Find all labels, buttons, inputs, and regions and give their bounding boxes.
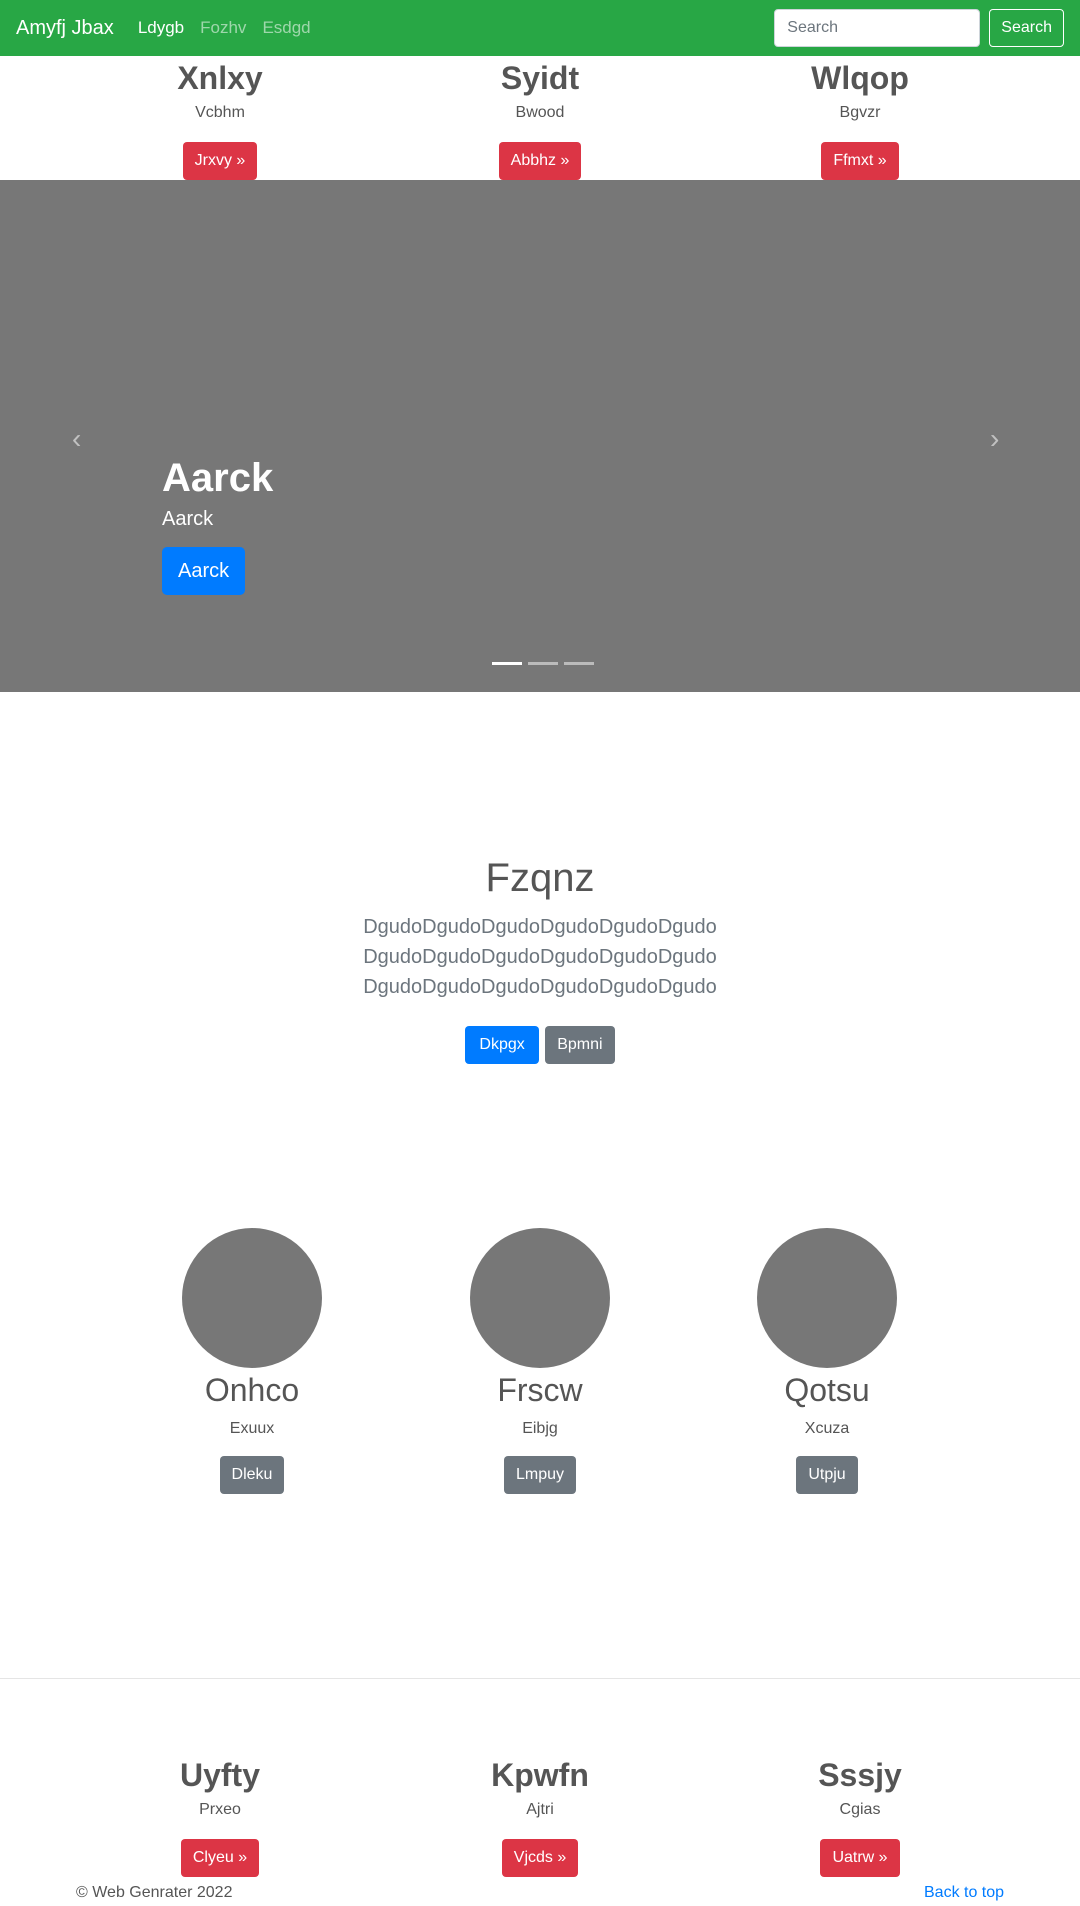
feature-subtitle: Bgvzr	[839, 104, 881, 121]
jumbotron-text: DgudoDgudoDgudoDgudoDgudoDgudo DgudoDgud…	[363, 916, 717, 998]
circle-title: Onhco	[204, 1372, 300, 1408]
circle-image	[470, 1228, 610, 1368]
circle-subtitle: Eibjg	[522, 1420, 558, 1437]
carousel-indicator-2[interactable]	[528, 662, 558, 665]
circle-button[interactable]: Utpju	[796, 1456, 858, 1494]
circle-image	[182, 1228, 322, 1368]
jumbotron: Fzqnz DgudoDgudoDgudoDgudoDgudoDgudo Dgu…	[0, 852, 1080, 1064]
feature-subtitle: Vcbhm	[195, 104, 245, 121]
jumbotron-title: Fzqnz	[485, 856, 595, 900]
carousel-text: Aarck	[162, 508, 214, 530]
jumbotron-secondary-button[interactable]: Bpmni	[545, 1026, 615, 1064]
carousel: ‹ › Aarck Aarck Aarck	[0, 180, 1080, 692]
carousel-caption: Aarck Aarck Aarck	[162, 454, 273, 595]
bottom-features: Uyfty Prxeo Clyeu » Kpwfn Ajtri Vjcds » …	[0, 1753, 1080, 1878]
carousel-indicator-1[interactable]	[492, 662, 522, 665]
circle-title: Qotsu	[784, 1372, 870, 1408]
top-features: Xnlxy Vcbhm Jrxvy » Syidt Bwood Abbhz » …	[0, 56, 1080, 181]
back-to-top-link[interactable]: Back to top	[924, 1884, 1004, 1902]
brand-link[interactable]: Amyfj Jbax	[16, 17, 114, 40]
carousel-indicators	[489, 662, 597, 665]
feature-title: Xnlxy	[177, 60, 263, 96]
feature-col: Xnlxy Vcbhm Jrxvy »	[100, 56, 340, 180]
nav-link-2[interactable]: Fozhv	[200, 18, 246, 38]
feature-col: Kpwfn Ajtri Vjcds »	[420, 1753, 660, 1877]
feature-col: Syidt Bwood Abbhz »	[420, 56, 660, 180]
circle-image	[757, 1228, 897, 1368]
feature-button[interactable]: Abbhz »	[498, 142, 582, 180]
circle-title: Frscw	[497, 1372, 583, 1408]
navbar: Amyfj Jbax Ldygb Fozhv Esdgd Search	[0, 0, 1080, 56]
circle-features: Onhco Exuux Dleku Frscw Eibjg Lmpuy Qots…	[0, 1228, 1080, 1498]
circle-subtitle: Xcuza	[804, 1420, 850, 1437]
feature-title: Syidt	[500, 60, 580, 96]
carousel-next-icon[interactable]: ›	[990, 423, 999, 455]
feature-col: Sssjy Cgias Uatrw »	[740, 1753, 980, 1877]
circle-col: Frscw Eibjg Lmpuy	[420, 1228, 660, 1494]
feature-title: Uyfty	[179, 1757, 260, 1793]
nav-link-1[interactable]: Ldygb	[138, 18, 184, 38]
search-input[interactable]	[774, 9, 981, 47]
circle-button[interactable]: Lmpuy	[503, 1456, 577, 1494]
feature-col: Wlqop Bgvzr Ffmxt »	[740, 56, 980, 180]
feature-subtitle: Ajtri	[526, 1801, 554, 1818]
section-divider	[0, 1678, 1080, 1679]
circle-col: Onhco Exuux Dleku	[132, 1228, 372, 1494]
feature-subtitle: Prxeo	[199, 1801, 241, 1818]
circle-button[interactable]: Dleku	[219, 1456, 285, 1494]
carousel-button[interactable]: Aarck	[162, 547, 246, 595]
feature-title: Sssjy	[818, 1757, 902, 1793]
feature-title: Kpwfn	[491, 1757, 589, 1793]
feature-subtitle: Cgias	[839, 1801, 881, 1818]
feature-col: Uyfty Prxeo Clyeu »	[100, 1753, 340, 1877]
feature-subtitle: Bwood	[515, 104, 565, 121]
carousel-prev-icon[interactable]: ‹	[72, 423, 81, 455]
feature-button[interactable]: Uatrw »	[820, 1839, 900, 1877]
circle-col: Qotsu Xcuza Utpju	[707, 1228, 947, 1494]
carousel-title: Aarck	[162, 456, 274, 500]
feature-title: Wlqop	[811, 60, 909, 96]
feature-button[interactable]: Ffmxt »	[821, 142, 899, 180]
search-form: Search	[774, 9, 1064, 47]
nav-link-3[interactable]: Esdgd	[262, 18, 310, 38]
jumbotron-buttons: Dkpgx Bpmni	[0, 1026, 1080, 1064]
feature-button[interactable]: Jrxvy »	[182, 142, 258, 180]
search-button[interactable]: Search	[989, 9, 1064, 47]
footer-copyright: © Web Genrater 2022	[76, 1884, 233, 1901]
carousel-indicator-3[interactable]	[564, 662, 594, 665]
feature-button[interactable]: Vjcds »	[501, 1839, 579, 1877]
feature-button[interactable]: Clyeu »	[180, 1839, 260, 1877]
circle-subtitle: Exuux	[229, 1420, 275, 1437]
jumbotron-primary-button[interactable]: Dkpgx	[465, 1026, 539, 1064]
